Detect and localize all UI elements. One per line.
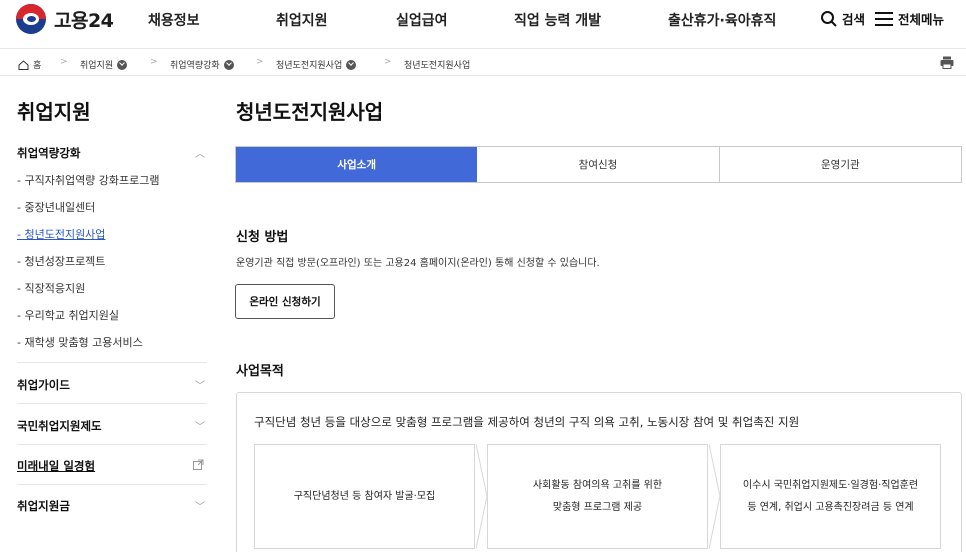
purpose-card-line: 구직단념청년 등 참여자 발굴·모집 [293, 490, 436, 502]
page-title: 청년도전지원사업 [236, 100, 384, 124]
purpose-card-line: 사회활동 참여의욕 고취를 위한 [532, 479, 663, 491]
dropdown-icon[interactable] [117, 59, 128, 70]
breadcrumb-home-label: 홈 [33, 61, 42, 71]
breadcrumb-separator-icon: > [150, 57, 158, 67]
purpose-card: 사회활동 참여의욕 고취를 위한 맞춤형 프로그램 제공 [487, 444, 708, 549]
sidebar-group-label: 국민취업지원제도 [17, 419, 102, 433]
external-link-icon[interactable] [193, 459, 204, 470]
dropdown-icon[interactable] [346, 59, 357, 70]
nav-item-jobs[interactable]: 채용정보 [148, 10, 200, 30]
sidebar-subitem[interactable]: - 청년성장프로젝트 [17, 253, 105, 269]
print-icon[interactable] [940, 56, 954, 69]
logo-text: 고용24 [54, 9, 114, 32]
logo-emblem-icon [16, 4, 46, 34]
site-header: 고용24 채용정보 취업지원 실업급여 직업 능력 개발 출산휴가·육아휴직 검… [0, 0, 966, 40]
chevron-down-icon[interactable]: ﹀ [195, 498, 205, 513]
purpose-card: 구직단념청년 등 참여자 발굴·모집 [254, 444, 475, 549]
sidebar-group-guide[interactable]: 취업가이드 [17, 377, 207, 393]
purpose-card-line: 등 연계, 취업시 고용촉진장려금 등 연계 [747, 501, 914, 513]
hamburger-menu-icon [875, 11, 893, 26]
sidebar-group-label: 취업지원금 [17, 499, 70, 513]
breadcrumb-item[interactable]: 취업지원 [80, 58, 128, 71]
sidebar-group-national-support[interactable]: 국민취업지원제도 [17, 418, 207, 434]
full-menu-button[interactable]: 전체메뉴 [874, 9, 944, 28]
sidebar-divider [17, 403, 207, 404]
breadcrumb-item-label: 취업지원 [80, 61, 114, 71]
sidebar-subitem[interactable]: - 구직자취업역량 강화프로그램 [17, 172, 160, 188]
chevron-up-icon[interactable]: ︿ [195, 145, 205, 160]
purpose-card: 이수시 국민취업지원제도·일경험·직업훈련 등 연계, 취업시 고용촉진장려금 … [720, 444, 941, 549]
breadcrumb: 홈 > 취업지원 > 취업역량강화 > 청년도전지원사업 > 청년도전지원사업 [0, 48, 966, 76]
apply-description: 운영기관 직접 방문(오프라인) 또는 고용24 홈페이지(온라인) 통해 신청… [236, 258, 600, 269]
sidebar-group-competency[interactable]: 취업역량강화 [17, 145, 207, 161]
breadcrumb-separator-icon: > [384, 57, 392, 67]
site-logo[interactable]: 고용24 [16, 4, 114, 34]
sidebar-divider [17, 362, 207, 363]
tab-bar: 사업소개 참여신청 운영기관 [235, 146, 962, 183]
sidebar-group-label: 취업역량강화 [17, 146, 81, 160]
sidebar-group-label: 취업가이드 [17, 378, 70, 392]
breadcrumb-home[interactable]: 홈 [18, 58, 41, 71]
apply-heading: 신청 방법 [236, 230, 289, 245]
sidebar-divider [17, 484, 207, 485]
search-icon [821, 10, 837, 27]
purpose-heading: 사업목적 [236, 364, 284, 379]
sidebar-subitem[interactable]: - 재학생 맞춤형 고용서비스 [17, 334, 143, 350]
sidebar-divider [17, 444, 207, 445]
purpose-card-line: 이수시 국민취업지원제도·일경험·직업훈련 [742, 479, 919, 491]
purpose-text: 구직단념 청년 등을 대상으로 맞춤형 프로그램을 제공하여 청년의 구직 의욕… [254, 415, 800, 429]
chevron-down-icon[interactable]: ﹀ [195, 377, 205, 392]
sidebar-subitem-active[interactable]: - 청년도전지원사업 [17, 226, 105, 242]
nav-item-parental-leave[interactable]: 출산휴가·육아휴직 [668, 10, 776, 30]
dropdown-icon[interactable] [223, 59, 234, 70]
sidebar-subitem[interactable]: - 직장적응지원 [17, 280, 85, 296]
sidebar-group-subsidy[interactable]: 취업지원금 [17, 498, 207, 514]
sidebar-title: 취업지원 [17, 100, 91, 124]
nav-item-employment-support[interactable]: 취업지원 [276, 10, 328, 30]
breadcrumb-current-label: 청년도전지원사업 [404, 61, 471, 71]
breadcrumb-item[interactable]: 청년도전지원사업 [276, 58, 357, 71]
sidebar-group-work-experience[interactable]: 미래내일 일경험 [17, 458, 207, 474]
nav-item-skills-development[interactable]: 직업 능력 개발 [514, 10, 601, 30]
tab-operators[interactable]: 운영기관 [720, 147, 961, 182]
home-icon [18, 59, 29, 70]
tab-apply[interactable]: 참여신청 [477, 147, 720, 182]
purpose-card-line: 맞춤형 프로그램 제공 [552, 501, 643, 513]
search-label: 검색 [842, 12, 866, 27]
online-apply-button[interactable]: 온라인 신청하기 [235, 284, 335, 319]
chevron-down-icon[interactable]: ﹀ [195, 418, 205, 433]
breadcrumb-item-label: 취업역량강화 [170, 61, 220, 71]
breadcrumb-separator-icon: > [256, 57, 264, 67]
tab-intro[interactable]: 사업소개 [236, 147, 478, 182]
breadcrumb-separator-icon: > [60, 57, 68, 67]
nav-item-unemployment-benefit[interactable]: 실업급여 [396, 10, 448, 30]
sidebar-subitem[interactable]: - 중장년내일센터 [17, 199, 95, 215]
breadcrumb-current: 청년도전지원사업 [404, 58, 470, 71]
full-menu-label: 전체메뉴 [898, 12, 945, 27]
search-button[interactable]: 검색 [820, 9, 865, 28]
sidebar-group-label: 미래내일 일경험 [17, 459, 96, 473]
breadcrumb-item[interactable]: 취업역량강화 [170, 58, 234, 71]
sidebar-subitem[interactable]: - 우리학교 취업지원실 [17, 307, 119, 323]
breadcrumb-item-label: 청년도전지원사업 [276, 61, 343, 71]
